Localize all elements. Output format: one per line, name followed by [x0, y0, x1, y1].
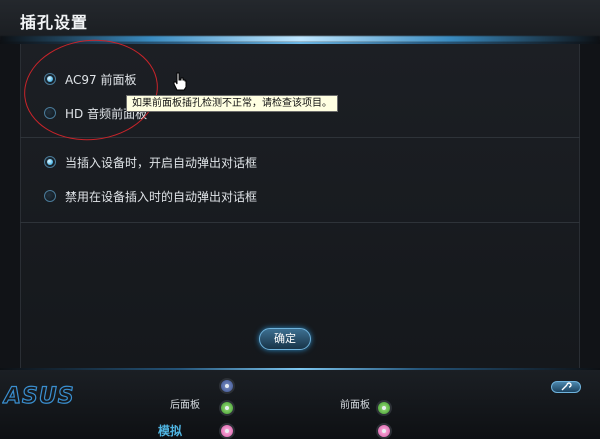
radio-auto-popup-disable[interactable]: 禁用在设备插入时的自动弹出对话框: [44, 187, 257, 205]
ok-button[interactable]: 确定: [259, 328, 311, 350]
radio-indicator-checked[interactable]: [44, 156, 56, 168]
svg-text:ASUS: ASUS: [2, 384, 75, 408]
radio-label: 禁用在设备插入时的自动弹出对话框: [65, 189, 258, 204]
radio-auto-popup-enable[interactable]: 当插入设备时，开启自动弹出对话框: [44, 153, 257, 171]
asus-logo: ASUS: [1, 382, 102, 412]
front-panel-label: 前面板: [340, 400, 370, 411]
back-jack-green-icon[interactable]: [219, 400, 235, 416]
radio-indicator-unchecked[interactable]: [44, 190, 56, 202]
settings-tool-button[interactable]: [551, 381, 581, 393]
front-jack-pink-icon[interactable]: [376, 423, 392, 439]
hand-pointer-icon: [172, 72, 188, 96]
window-title: 插孔设置: [20, 13, 89, 32]
wrench-icon: [561, 382, 572, 391]
title-bar: 插孔设置: [0, 0, 600, 40]
radio-label: 当插入设备时，开启自动弹出对话框: [65, 155, 258, 170]
back-jack-blue-icon[interactable]: [219, 378, 235, 394]
tooltip: 如果前面板插孔检测不正常，请检查该项目。: [126, 95, 338, 112]
mode-label: 模拟: [158, 424, 183, 438]
back-panel-label: 后面板: [170, 400, 200, 411]
section-divider: [20, 222, 580, 223]
front-jack-green-icon[interactable]: [376, 400, 392, 416]
back-jack-pink-icon[interactable]: [219, 423, 235, 439]
